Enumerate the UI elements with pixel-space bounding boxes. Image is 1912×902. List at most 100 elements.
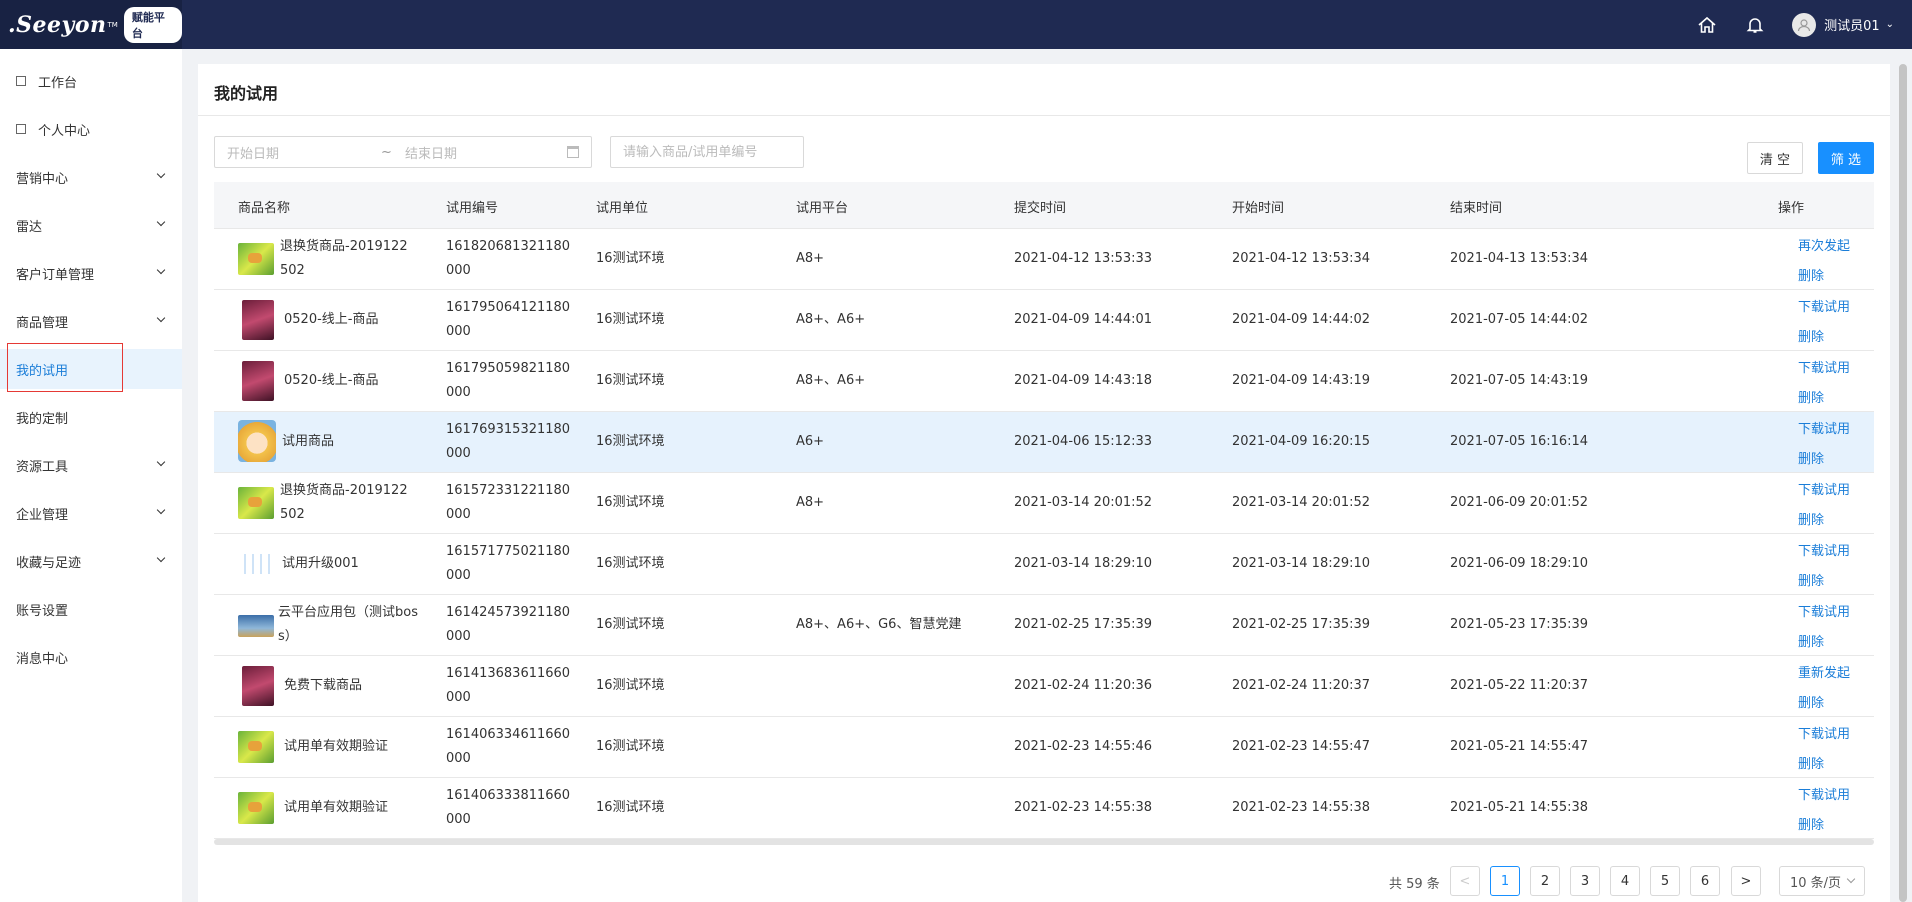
top-bar: .Seeyon TM 赋能平台 测试员01 ⌄ [0,0,1912,49]
product-name: 试用单有效期验证 [284,800,389,815]
start-time: 2021-04-09 16:20:15 [1232,434,1371,449]
delete-link[interactable]: 删除 [1798,814,1824,833]
reinitiate-link[interactable]: 重新发起 [1798,662,1850,681]
submit-time: 2021-02-23 14:55:46 [1014,739,1153,754]
date-end-input[interactable]: 结束日期 [405,143,457,162]
start-time: 2021-02-25 17:35:39 [1232,617,1371,632]
product-thumbnail [242,300,274,340]
submit-time: 2021-04-06 15:12:33 [1014,434,1153,449]
sidebar-item-my-custom[interactable]: 我的定制 [0,397,182,437]
logo[interactable]: .Seeyon TM 赋能平台 [0,0,182,49]
sidebar-item-radar[interactable]: 雷达 [0,205,182,245]
sidebar-item-workbench[interactable]: 工作台 [0,61,182,101]
chevron-down-icon [156,313,166,323]
date-separator: ~ [381,144,392,160]
download-trial-link[interactable]: 下载试用 [1798,479,1850,498]
logo-tm: TM [107,20,118,29]
delete-link[interactable]: 删除 [1798,326,1824,345]
product-name: 0520-线上-商品 [284,373,379,388]
table-row[interactable]: 退换货商品-2019122502 161572331221180000 16测试… [214,473,1874,534]
submit-time: 2021-03-14 18:29:10 [1014,556,1153,571]
chevron-down-icon[interactable]: ⌄ [1886,19,1894,30]
date-range-picker[interactable]: 开始日期 ~ 结束日期 [214,136,592,168]
sidebar-item-personal[interactable]: 个人中心 [0,109,182,149]
sidebar-item-products[interactable]: 商品管理 [0,301,182,341]
trial-unit: 16测试环境 [596,556,665,571]
chevron-down-icon [156,217,166,227]
trial-id: 161795059821180000 [446,361,571,400]
table-row[interactable]: 试用单有效期验证 161406333811660000 16测试环境 2021-… [214,778,1874,839]
start-time: 2021-02-24 11:20:37 [1232,678,1371,693]
clear-button[interactable]: 清 空 [1747,142,1803,174]
download-trial-link[interactable]: 下载试用 [1798,357,1850,376]
delete-link[interactable]: 删除 [1798,265,1824,284]
user-name[interactable]: 测试员01 [1824,15,1880,34]
sidebar-item-label: 消息中心 [16,651,69,667]
table-row[interactable]: 0520-线上-商品 161795064121180000 16测试环境 A8+… [214,290,1874,351]
page-2-button[interactable]: 2 [1530,866,1560,896]
page-4-button[interactable]: 4 [1610,866,1640,896]
table-row[interactable]: 0520-线上-商品 161795059821180000 16测试环境 A8+… [214,351,1874,412]
product-name: 试用商品 [282,434,335,449]
horizontal-scrollbar[interactable] [214,839,1874,845]
table-row[interactable]: 退换货商品-2019122502 161820681321180000 16测试… [214,229,1874,290]
search-input[interactable] [610,136,804,168]
prev-page-button[interactable]: < [1450,866,1480,896]
trial-id: 161413683611660000 [446,666,571,705]
sidebar-item-favorites[interactable]: 收藏与足迹 [0,541,182,581]
table-row[interactable]: 云平台应用包（测试boss） 161424573921180000 16测试环境… [214,595,1874,656]
trial-platform: A8+ [796,251,825,266]
delete-link[interactable]: 删除 [1798,692,1824,711]
reinitiate-link[interactable]: 再次发起 [1798,235,1850,254]
table-row[interactable]: 试用商品 161769315321180000 16测试环境 A6+ 2021-… [214,412,1874,473]
end-time: 2021-07-05 14:44:02 [1450,312,1589,327]
download-trial-link[interactable]: 下载试用 [1798,540,1850,559]
col-trial-unit: 试用单位 [596,201,649,216]
vertical-scrollbar[interactable] [1899,64,1907,902]
chevron-down-icon [156,169,166,179]
sidebar-item-messages[interactable]: 消息中心 [0,637,182,677]
page-6-button[interactable]: 6 [1690,866,1720,896]
page-5-button[interactable]: 5 [1650,866,1680,896]
sidebar-item-resources[interactable]: 资源工具 [0,445,182,485]
sidebar-item-orders[interactable]: 客户订单管理 [0,253,182,293]
sidebar-item-label: 个人中心 [38,123,91,139]
download-trial-link[interactable]: 下载试用 [1798,418,1850,437]
table-row[interactable]: 试用单有效期验证 161406334611660000 16测试环境 2021-… [214,717,1874,778]
download-trial-link[interactable]: 下载试用 [1798,784,1850,803]
table-row[interactable]: 免费下载商品 161413683611660000 16测试环境 2021-02… [214,656,1874,717]
user-avatar[interactable] [1792,12,1817,37]
page-1-button[interactable]: 1 [1490,866,1520,896]
home-icon[interactable] [1696,14,1718,36]
sidebar-item-label: 商品管理 [16,315,69,331]
date-start-input[interactable]: 开始日期 [227,143,279,162]
table-header: 商品名称 试用编号 试用单位 试用平台 提交时间 开始时间 结束时间 操作 [214,182,1874,229]
page-3-button[interactable]: 3 [1570,866,1600,896]
delete-link[interactable]: 删除 [1798,570,1824,589]
download-trial-link[interactable]: 下载试用 [1798,296,1850,315]
end-time: 2021-05-22 11:20:37 [1450,678,1589,693]
product-name: 退换货商品-2019122502 [280,239,408,278]
trial-unit: 16测试环境 [596,434,665,449]
delete-link[interactable]: 删除 [1798,631,1824,650]
main-card: 我的试用 开始日期 ~ 结束日期 清 空 筛 选 商品名称 试用编号 试用单位 … [198,64,1890,902]
bell-icon[interactable] [1744,14,1766,36]
sidebar-item-label: 雷达 [16,219,43,235]
product-name: 0520-线上-商品 [284,312,379,327]
trial-unit: 16测试环境 [596,495,665,510]
sidebar-item-enterprise[interactable]: 企业管理 [0,493,182,533]
col-product-name: 商品名称 [238,201,291,216]
delete-link[interactable]: 删除 [1798,753,1824,772]
download-trial-link[interactable]: 下载试用 [1798,723,1850,742]
sidebar-item-marketing[interactable]: 营销中心 [0,157,182,197]
delete-link[interactable]: 删除 [1798,387,1824,406]
sidebar-item-account[interactable]: 账号设置 [0,589,182,629]
delete-link[interactable]: 删除 [1798,448,1824,467]
calendar-icon[interactable] [567,146,579,158]
page-size-select[interactable]: 10 条/页 [1779,866,1865,896]
next-page-button[interactable]: > [1731,866,1761,896]
filter-button[interactable]: 筛 选 [1818,142,1874,174]
delete-link[interactable]: 删除 [1798,509,1824,528]
download-trial-link[interactable]: 下载试用 [1798,601,1850,620]
table-row[interactable]: 试用升级001 161571775021180000 16测试环境 2021-0… [214,534,1874,595]
